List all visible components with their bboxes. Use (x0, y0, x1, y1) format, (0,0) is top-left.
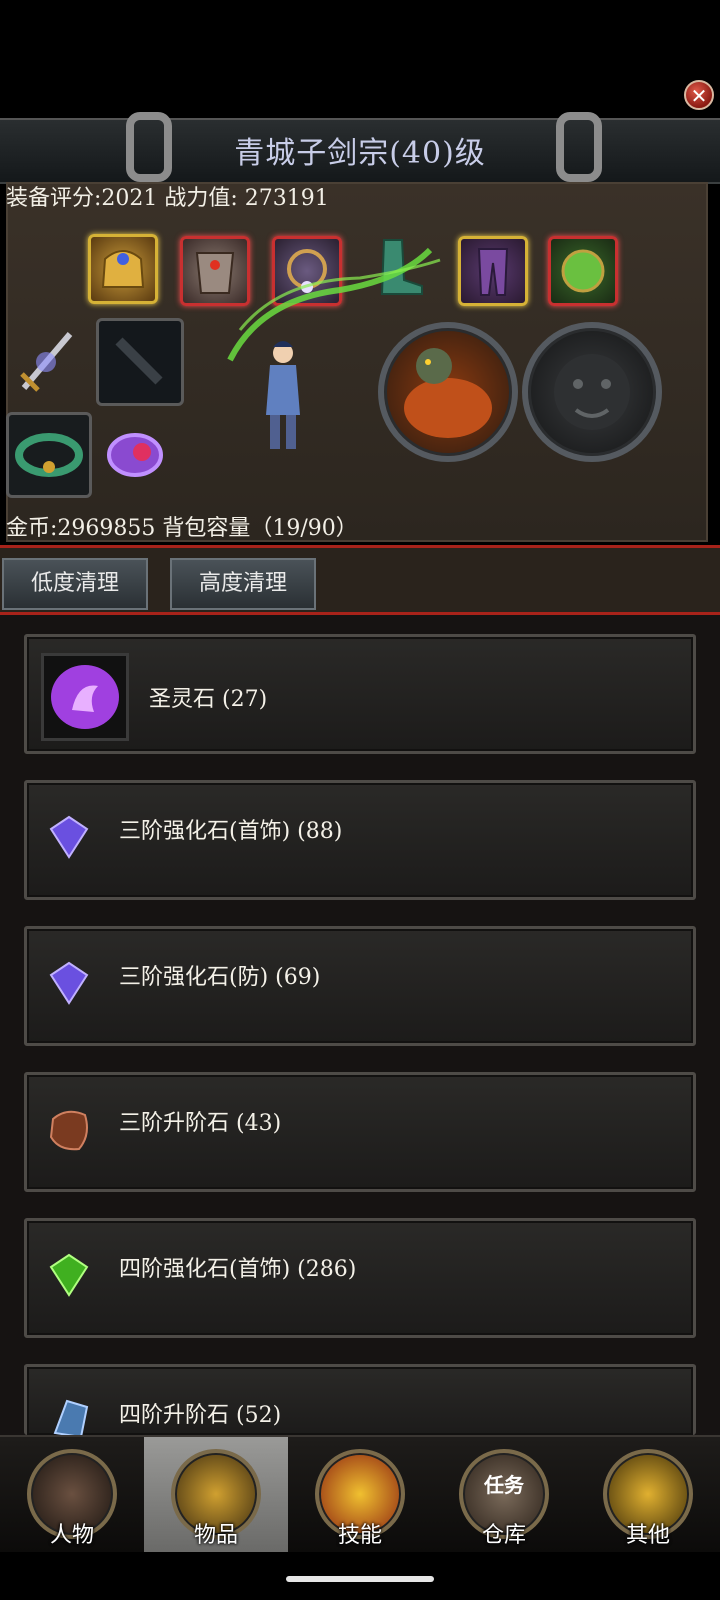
bottom-nav: 人物 物品 技能 任务 仓库 其他 (0, 1435, 720, 1552)
pet-turtle-slot[interactable] (378, 322, 518, 462)
character-figure[interactable] (258, 335, 308, 455)
high-clean-button[interactable]: 高度清理 (170, 558, 316, 610)
purple-gem-icon (49, 961, 89, 1005)
sword-icon (20, 332, 73, 392)
empty-weapon-slot[interactable] (96, 318, 184, 406)
tab-skills[interactable]: 技能 (288, 1437, 432, 1552)
item-label: 四阶强化石(首饰) (286) (119, 1257, 357, 1282)
helmet-icon (101, 250, 145, 288)
amulet-icon (561, 249, 605, 293)
sword-slot[interactable] (10, 322, 82, 400)
pet-tiger-slot[interactable] (522, 322, 662, 462)
tiger-head-icon (554, 354, 630, 430)
item-label: 圣灵石 (27) (149, 687, 268, 712)
tab-warehouse[interactable]: 任务 仓库 (432, 1437, 576, 1552)
list-item[interactable]: 三阶强化石(防) (69) (24, 926, 696, 1046)
bracelet-slot[interactable] (6, 412, 92, 498)
gold-and-bag-capacity: 金币:2969855 背包容量（19/90） (6, 516, 358, 541)
score-text: 装备评分:2021 战力值: 273191 (6, 186, 329, 211)
list-item[interactable]: 圣灵石 (27) (24, 634, 696, 754)
amulet-slot[interactable] (548, 236, 618, 306)
character-title: 青城子剑宗(40)级 (234, 136, 486, 171)
green-gem-icon (49, 1253, 89, 1297)
divider-top (0, 545, 720, 548)
weapon-silhouette-icon (115, 337, 163, 385)
leggings-slot[interactable] (458, 236, 528, 306)
helmet-slot[interactable] (88, 234, 158, 304)
list-item[interactable]: 三阶升阶石 (43) (24, 1072, 696, 1192)
purple-gem-icon (49, 815, 89, 859)
tab-label: 人物 (49, 1523, 94, 1548)
tab-character[interactable]: 人物 (0, 1437, 144, 1552)
close-button[interactable]: ✕ (684, 80, 714, 110)
purple-spirit-stone-icon (51, 665, 119, 729)
item-label: 三阶强化石(首饰) (88) (119, 819, 343, 844)
item-icon-frame (41, 653, 129, 741)
item-label: 三阶升阶石 (43) (119, 1111, 282, 1136)
ring-icon (107, 433, 163, 477)
tab-items[interactable]: 物品 (144, 1437, 288, 1552)
item-label: 三阶强化石(防) (69) (119, 965, 321, 990)
ring-slot[interactable] (100, 420, 170, 490)
bracelet-icon (15, 433, 83, 477)
low-clean-button[interactable]: 低度清理 (2, 558, 148, 610)
tab-label: 仓库 (481, 1523, 526, 1548)
task-badge: 任务 (484, 1473, 524, 1497)
leggings-icon (477, 248, 509, 296)
tab-label: 物品 (193, 1523, 238, 1548)
home-indicator[interactable] (286, 1576, 434, 1582)
list-item[interactable]: 四阶强化石(首饰) (286) (24, 1218, 696, 1338)
tab-label: 技能 (337, 1523, 382, 1548)
fire-turtle-icon (404, 348, 492, 438)
tab-other[interactable]: 其他 (576, 1437, 720, 1552)
brown-stone-icon (49, 1110, 88, 1151)
list-item[interactable]: 四阶升阶石 (52) (24, 1364, 696, 1439)
list-item[interactable]: 三阶强化石(首饰) (88) (24, 780, 696, 900)
item-label: 四阶升阶石 (52) (119, 1403, 282, 1428)
tab-label: 其他 (625, 1523, 670, 1548)
